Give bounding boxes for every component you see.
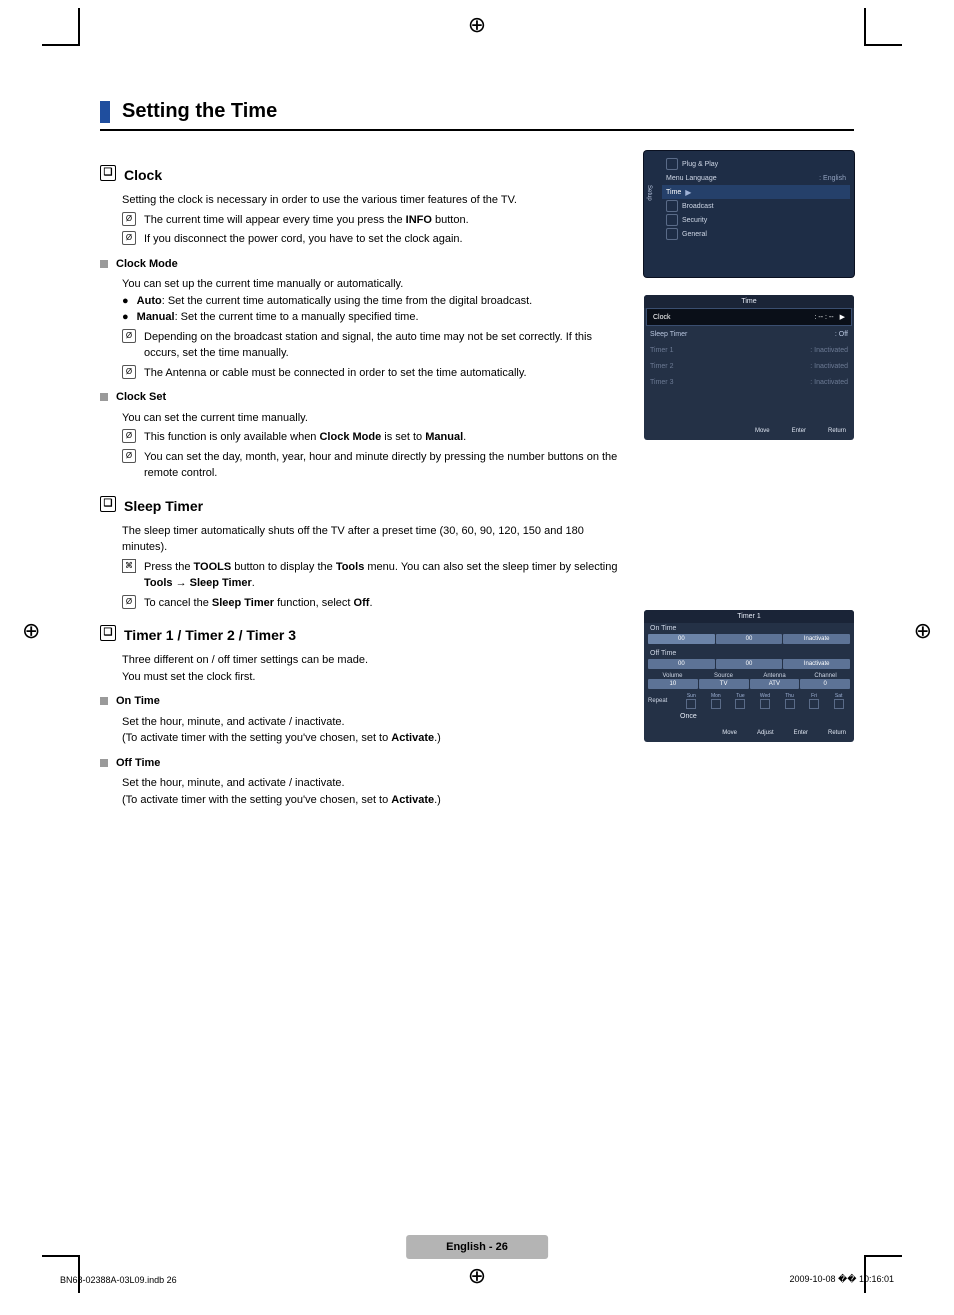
note-icon: Ø bbox=[122, 429, 136, 443]
osd-time-clock-row: Clock: -- : --▶ bbox=[646, 308, 852, 326]
clock-note1: The current time will appear every time … bbox=[144, 212, 469, 229]
checkbox-icon bbox=[785, 699, 795, 709]
osd-foot-return: Return bbox=[828, 730, 846, 736]
clock-mode-manual: Manual: Set the current time to a manual… bbox=[137, 309, 419, 326]
heading-sleep: ❏ Sleep Timer bbox=[100, 496, 620, 517]
osd-foot-adjust: Adjust bbox=[757, 730, 774, 736]
osd-time-panel: Time Clock: -- : --▶ Sleep Timer: Off Ti… bbox=[644, 295, 854, 440]
clock-mode-note1: Depending on the broadcast station and s… bbox=[144, 329, 620, 362]
osd-timer1-off-segs: 00 00 Inactivate bbox=[644, 659, 854, 669]
osd-timer1-values: 10 TV ATV 0 bbox=[644, 679, 854, 689]
section-header: Setting the Time bbox=[100, 100, 854, 131]
clock-mode-note2: The Antenna or cable must be connected i… bbox=[144, 365, 527, 382]
osd-timer1-repeat: Repeat Sun Mon Tue Wed Thu Fri Sat bbox=[644, 693, 854, 713]
registration-mark-bottom: ⊕ bbox=[468, 1263, 486, 1289]
on-time-l1: Set the hour, minute, and activate / ina… bbox=[122, 714, 620, 731]
gear-icon bbox=[666, 158, 678, 170]
square-bullet-icon bbox=[100, 393, 108, 401]
osd-foot-return: Return bbox=[828, 428, 846, 434]
clock-set-note1: This function is only available when Clo… bbox=[144, 429, 466, 446]
bookmark-icon: ❏ bbox=[100, 496, 116, 512]
setup-tab-label: Setup bbox=[646, 185, 652, 201]
note-icon: Ø bbox=[122, 231, 136, 245]
section-title: Setting the Time bbox=[122, 100, 277, 123]
heading-clock-text: Clock bbox=[124, 165, 162, 186]
checkbox-icon bbox=[711, 699, 721, 709]
osd-foot-enter: Enter bbox=[794, 730, 808, 736]
antenna-icon bbox=[666, 200, 678, 212]
note-icon: Ø bbox=[122, 212, 136, 226]
clock-mode-auto: Auto: Set the current time automatically… bbox=[137, 293, 533, 310]
bookmark-icon: ❏ bbox=[100, 165, 116, 181]
sleep-cancel-note: To cancel the Sleep Timer function, sele… bbox=[144, 595, 373, 612]
section-bar-icon bbox=[100, 101, 110, 123]
clock-set-intro: You can set the current time manually. bbox=[122, 410, 620, 427]
registration-mark-left: ⊕ bbox=[22, 618, 40, 644]
square-bullet-icon bbox=[100, 697, 108, 705]
heading-clock-set: Clock Set bbox=[100, 389, 620, 406]
osd-foot-move: Move bbox=[722, 730, 737, 736]
osd-foot-move: Move bbox=[755, 428, 770, 434]
checkbox-icon bbox=[834, 699, 844, 709]
chevron-right-icon: ▶ bbox=[840, 313, 845, 321]
sleep-tools-note: Press the TOOLS button to display the To… bbox=[144, 559, 620, 592]
square-bullet-icon bbox=[100, 260, 108, 268]
bullet-icon: ● bbox=[122, 309, 129, 326]
page-number-label: English - 26 bbox=[406, 1235, 548, 1259]
clock-set-note2: You can set the day, month, year, hour a… bbox=[144, 449, 620, 482]
osd-timer1-title: Timer 1 bbox=[644, 610, 854, 623]
registration-mark-top: ⊕ bbox=[468, 12, 486, 38]
registration-mark-right: ⊕ bbox=[914, 618, 932, 644]
heading-clock-mode: Clock Mode bbox=[100, 256, 620, 273]
checkbox-icon bbox=[760, 699, 770, 709]
checkbox-icon bbox=[809, 699, 819, 709]
checkbox-icon bbox=[735, 699, 745, 709]
osd-timer1-off-label: Off Time bbox=[644, 648, 854, 659]
bookmark-icon: ❏ bbox=[100, 625, 116, 641]
timer-intro1: Three different on / off timer settings … bbox=[122, 652, 620, 669]
tools-icon: ⌘ bbox=[122, 559, 136, 573]
note-icon: Ø bbox=[122, 329, 136, 343]
osd-timer1-panel: Timer 1 On Time 00 00 Inactivate Off Tim… bbox=[644, 610, 854, 742]
note-icon: Ø bbox=[122, 595, 136, 609]
on-time-l2: (To activate timer with the setting you'… bbox=[122, 730, 620, 747]
timer-intro2: You must set the clock first. bbox=[122, 669, 620, 686]
osd-time-title: Time bbox=[644, 295, 854, 308]
osd-timer1-once: Once bbox=[680, 713, 697, 720]
heading-off-time: Off Time bbox=[100, 755, 620, 772]
heading-timer: ❏ Timer 1 / Timer 2 / Timer 3 bbox=[100, 625, 620, 646]
clock-intro: Setting the clock is necessary in order … bbox=[122, 192, 620, 209]
sleep-intro: The sleep timer automatically shuts off … bbox=[122, 523, 620, 556]
off-time-l2: (To activate timer with the setting you'… bbox=[122, 792, 620, 809]
osd-setup-panel: Setup Plug & Play Menu Language: English… bbox=[644, 151, 854, 277]
clock-note2: If you disconnect the power cord, you ha… bbox=[144, 231, 463, 248]
osd-timer1-on-label: On Time bbox=[644, 623, 854, 634]
lock-icon bbox=[666, 214, 678, 226]
checkbox-icon bbox=[686, 699, 696, 709]
osd-timer1-on-segs: 00 00 Inactivate bbox=[644, 634, 854, 644]
clock-mode-intro: You can set up the current time manually… bbox=[122, 276, 620, 293]
heading-clock: ❏ Clock bbox=[100, 165, 620, 186]
bullet-icon: ● bbox=[122, 293, 129, 310]
square-bullet-icon bbox=[100, 759, 108, 767]
osd-foot-enter: Enter bbox=[792, 428, 806, 434]
osd-time-selected: Time▶ bbox=[662, 185, 850, 199]
list-icon bbox=[666, 228, 678, 240]
chevron-right-icon: ▶ bbox=[685, 188, 691, 197]
note-icon: Ø bbox=[122, 365, 136, 379]
off-time-l1: Set the hour, minute, and activate / ina… bbox=[122, 775, 620, 792]
note-icon: Ø bbox=[122, 449, 136, 463]
heading-on-time: On Time bbox=[100, 693, 620, 710]
